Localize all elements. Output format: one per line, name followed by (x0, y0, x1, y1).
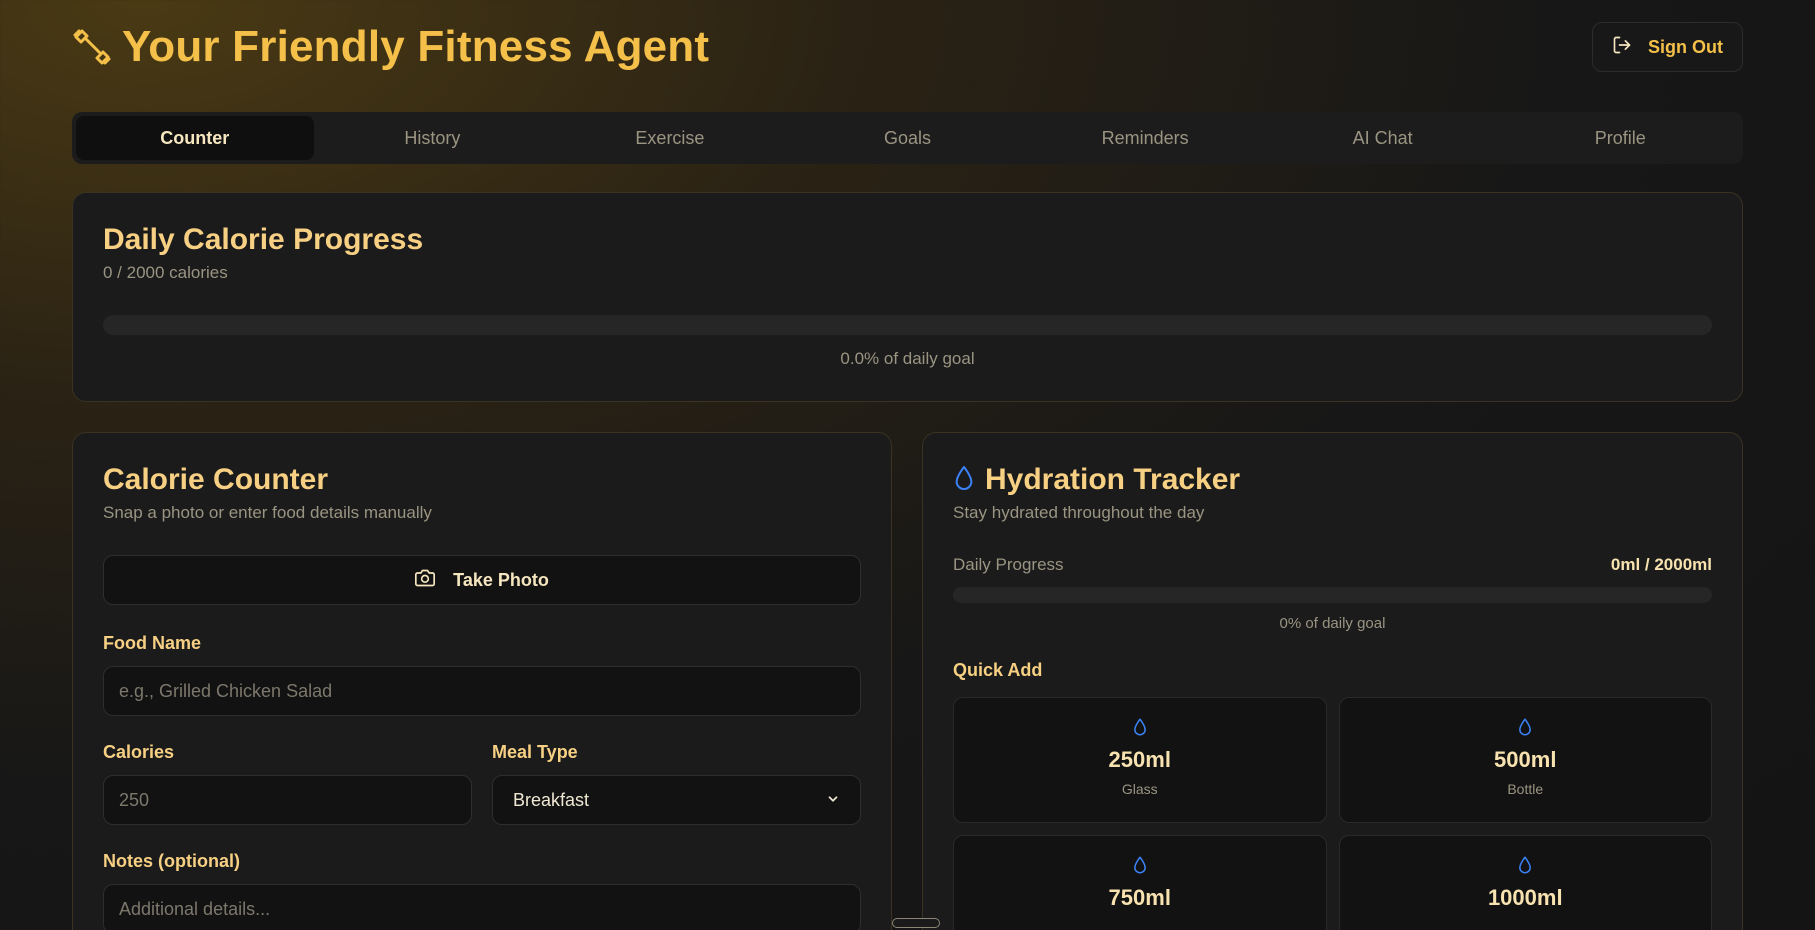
tab-history[interactable]: History (314, 116, 552, 160)
take-photo-button[interactable]: Take Photo (103, 555, 861, 605)
card-title: Hydration Tracker (985, 463, 1241, 496)
quick-add-amount: 500ml (1494, 747, 1557, 772)
card-title: Daily Calorie Progress (103, 223, 424, 256)
app-header: Your Friendly Fitness Agent Sign Out (72, 22, 1743, 80)
notes-label: Notes (optional) (103, 851, 240, 871)
quick-add-label: Quick Add (953, 660, 1043, 680)
tab-goals[interactable]: Goals (789, 116, 1027, 160)
food-name-input[interactable] (103, 666, 861, 716)
quick-add-name: Bottle (1507, 781, 1544, 797)
sign-out-label: Sign Out (1648, 36, 1723, 57)
hydration-progress-row: Daily Progress 0ml / 2000ml (953, 555, 1712, 575)
quick-add-500ml[interactable]: 500ml Bottle (1338, 697, 1712, 823)
meal-type-label: Meal Type (492, 742, 578, 762)
tab-counter[interactable]: Counter (76, 116, 314, 160)
resize-handle[interactable] (892, 918, 940, 928)
daily-progress-label: Daily Progress (953, 555, 1064, 574)
droplet-icon (953, 465, 975, 496)
calories-input[interactable] (103, 775, 472, 825)
hydration-caption: 0% of daily goal (1279, 615, 1386, 632)
quick-add-1000ml[interactable]: 1000ml (1338, 835, 1712, 930)
quick-add-750ml[interactable]: 750ml (953, 835, 1327, 930)
meal-type-select[interactable]: Breakfast (492, 775, 861, 825)
card-subtitle: Stay hydrated throughout the day (953, 503, 1205, 522)
calories-label: Calories (103, 742, 175, 762)
hydration-progress-bar (953, 587, 1712, 603)
calorie-counter-card: Calorie Counter Snap a photo or enter fo… (72, 432, 892, 930)
camera-icon (415, 568, 436, 593)
progress-caption: 0.0% of daily goal (840, 349, 975, 368)
main-tabs: Counter History Exercise Goals Reminders… (72, 112, 1743, 164)
app-title: Your Friendly Fitness Agent (122, 22, 710, 71)
tab-ai-chat[interactable]: AI Chat (1264, 116, 1502, 160)
card-subtitle: Snap a photo or enter food details manua… (103, 503, 432, 522)
quick-add-grid: 250ml Glass 500ml Bottle 750ml 1000ml (953, 697, 1712, 930)
daily-calorie-progress-card: Daily Calorie Progress 0 / 2000 calories… (72, 192, 1743, 402)
quick-add-amount: 750ml (1108, 885, 1171, 910)
chevron-down-icon (826, 790, 840, 811)
droplet-icon (1517, 718, 1533, 741)
notes-input[interactable] (103, 884, 861, 930)
log-out-icon (1612, 35, 1632, 60)
dumbbell-icon (72, 27, 112, 67)
take-photo-label: Take Photo (453, 569, 549, 590)
quick-add-amount: 250ml (1108, 747, 1171, 772)
calorie-count: 0 / 2000 calories (103, 263, 228, 282)
quick-add-name: Glass (1121, 781, 1158, 797)
food-name-label: Food Name (103, 633, 202, 653)
droplet-icon (1132, 718, 1148, 741)
card-title: Calorie Counter (103, 463, 329, 496)
sign-out-button[interactable]: Sign Out (1592, 22, 1743, 72)
daily-progress-value: 0ml / 2000ml (1610, 555, 1712, 574)
tab-reminders[interactable]: Reminders (1026, 116, 1264, 160)
brand: Your Friendly Fitness Agent (72, 22, 709, 72)
hydration-tracker-card: Hydration Tracker Stay hydrated througho… (922, 432, 1743, 930)
meal-type-value: Breakfast (513, 789, 590, 810)
calorie-progress-bar (103, 315, 1712, 335)
droplet-icon (1517, 856, 1533, 879)
tab-exercise[interactable]: Exercise (551, 116, 789, 160)
tab-profile[interactable]: Profile (1501, 116, 1739, 160)
droplet-icon (1132, 856, 1148, 879)
quick-add-250ml[interactable]: 250ml Glass (953, 697, 1327, 823)
quick-add-amount: 1000ml (1487, 885, 1563, 910)
